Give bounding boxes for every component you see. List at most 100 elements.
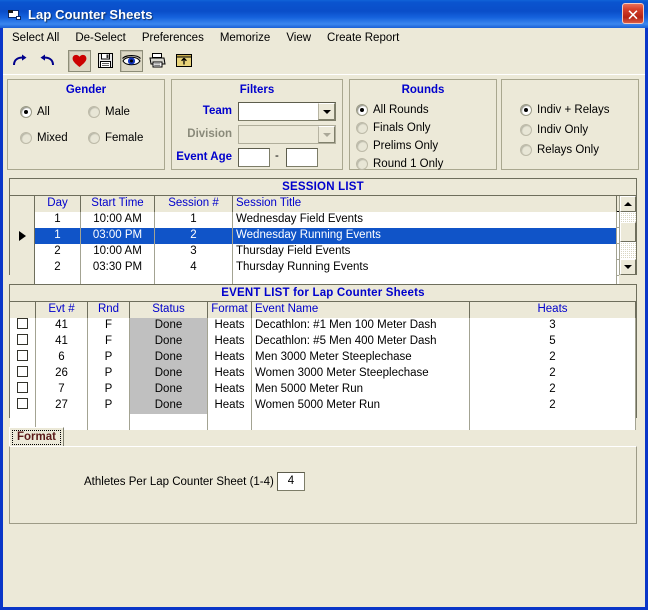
scrollbar-thumb[interactable] (620, 222, 636, 242)
column-header-status[interactable]: Status (130, 302, 208, 318)
menu-item-select-all[interactable]: Select All (5, 30, 66, 46)
undo-arrow-icon (40, 54, 54, 65)
checkbox[interactable] (17, 382, 28, 393)
radio-prelims-only[interactable]: Prelims Only (356, 140, 438, 152)
cell-session-title: Wednesday Field Events (233, 212, 617, 228)
radio-gender-male[interactable]: Male (88, 106, 130, 118)
row-selector-icon (18, 231, 26, 241)
cell-status: Done (130, 334, 208, 350)
favorites-button[interactable] (68, 49, 91, 72)
cell-format: Heats (208, 334, 252, 350)
heart-icon (72, 54, 87, 67)
table-row[interactable]: 6 P Done Heats Men 3000 Meter Steeplecha… (10, 350, 636, 366)
checkbox[interactable] (17, 350, 28, 361)
radio-label: Relays Only (537, 144, 599, 156)
cell-day: 1 (35, 228, 81, 244)
table-row[interactable]: 27 P Done Heats Women 5000 Meter Run 2 (10, 398, 636, 414)
table-row[interactable]: 26 P Done Heats Women 3000 Meter Steeple… (10, 366, 636, 382)
menu-bar: Select All De-Select Preferences Memoriz… (3, 28, 645, 47)
checkbox[interactable] (17, 334, 28, 345)
table-row[interactable]: 41 F Done Heats Decathlon: #1 Men 100 Me… (10, 318, 636, 334)
table-row[interactable]: 1 03:00 PM 2 Wednesday Running Events (10, 228, 619, 244)
column-header-session-num[interactable]: Session # (155, 196, 233, 212)
open-folder-button[interactable] (172, 50, 195, 72)
radio-label: Indiv + Relays (537, 104, 610, 116)
row-checkbox-cell[interactable] (10, 382, 36, 398)
column-header-evt-num[interactable]: Evt # (36, 302, 88, 318)
cell-rnd: P (88, 350, 130, 366)
save-button[interactable] (94, 50, 117, 72)
checkbox[interactable] (17, 398, 28, 409)
table-row[interactable]: 2 10:00 AM 3 Thursday Field Events (10, 244, 619, 260)
athletes-per-sheet-label: Athletes Per Lap Counter Sheet (1-4) : (84, 476, 281, 488)
event-list-grid[interactable]: Evt # Rnd Status Format Event Name Heats… (10, 302, 636, 430)
radio-gender-all[interactable]: All (20, 106, 50, 118)
menu-item-create-report[interactable]: Create Report (320, 30, 406, 46)
table-row[interactable]: 7 P Done Heats Men 5000 Meter Run 2 (10, 382, 636, 398)
cell-heats: 3 (470, 318, 636, 334)
table-row[interactable]: 1 10:00 AM 1 Wednesday Field Events (10, 212, 619, 228)
row-checkbox-cell[interactable] (10, 334, 36, 350)
checkbox[interactable] (17, 318, 28, 329)
menu-item-preferences[interactable]: Preferences (135, 30, 211, 46)
radio-gender-female[interactable]: Female (88, 132, 143, 144)
cell-evt-num: 26 (36, 366, 88, 382)
radio-indiv-plus-relays[interactable]: Indiv + Relays (520, 104, 610, 116)
event-age-to-input[interactable] (286, 148, 318, 167)
column-header-heats[interactable]: Heats (470, 302, 636, 318)
column-header-day[interactable]: Day (35, 196, 81, 212)
menu-item-de-select[interactable]: De-Select (68, 30, 133, 46)
division-dropdown[interactable] (238, 125, 336, 144)
close-icon (628, 9, 638, 19)
radio-gender-mixed[interactable]: Mixed (20, 132, 68, 144)
table-row[interactable]: 2 03:30 PM 4 Thursday Running Events (10, 260, 619, 276)
cell-status: Done (130, 398, 208, 414)
scrollbar-track[interactable] (620, 212, 636, 259)
radio-indiv-only[interactable]: Indiv Only (520, 124, 588, 136)
session-list-scrollbar[interactable] (619, 196, 636, 275)
team-dropdown[interactable] (238, 102, 336, 121)
preview-button[interactable] (120, 49, 143, 72)
column-header-session-title[interactable]: Session Title (233, 196, 617, 212)
menu-item-memorize[interactable]: Memorize (213, 30, 277, 46)
cell-session-title: Thursday Running Events (233, 260, 617, 276)
menu-item-view[interactable]: View (279, 30, 318, 46)
event-age-from-input[interactable] (238, 148, 270, 167)
cell-heats: 2 (470, 366, 636, 382)
radio-indicator (356, 158, 368, 170)
radio-all-rounds[interactable]: All Rounds (356, 104, 429, 116)
redo-button[interactable] (9, 50, 32, 72)
cell-evt-num: 7 (36, 382, 88, 398)
table-row[interactable]: 41 F Done Heats Decathlon: #5 Men 400 Me… (10, 334, 636, 350)
cell-day: 2 (35, 260, 81, 276)
column-header-rnd[interactable]: Rnd (88, 302, 130, 318)
column-header-start-time[interactable]: Start Time (81, 196, 155, 212)
session-list-grid[interactable]: Day Start Time Session # Session Title 1… (10, 196, 619, 292)
radio-relays-only[interactable]: Relays Only (520, 144, 599, 156)
cell-session-title: Wednesday Running Events (233, 228, 617, 244)
column-header-event-name[interactable]: Event Name (252, 302, 470, 318)
row-checkbox-cell[interactable] (10, 366, 36, 382)
tab-format[interactable]: Format (9, 427, 64, 446)
radio-indicator (520, 104, 532, 116)
close-button[interactable] (622, 3, 644, 24)
row-marker (10, 212, 35, 228)
row-checkbox-cell[interactable] (10, 318, 36, 334)
filters-group: Filters Team Division Event Age - (171, 79, 343, 170)
radio-finals-only[interactable]: Finals Only (356, 122, 431, 134)
chevron-down-icon[interactable] (318, 103, 335, 120)
athletes-per-sheet-input[interactable]: 4 (277, 472, 305, 491)
scroll-up-button[interactable] (620, 196, 636, 212)
print-button[interactable] (146, 50, 169, 72)
event-list-title: EVENT LIST for Lap Counter Sheets (10, 285, 636, 302)
radio-indicator (20, 132, 32, 144)
checkbox[interactable] (17, 366, 28, 377)
chevron-down-icon[interactable] (318, 126, 335, 143)
scroll-down-button[interactable] (620, 259, 636, 275)
column-header-format[interactable]: Format (208, 302, 252, 318)
radio-round-1-only[interactable]: Round 1 Only (356, 158, 443, 170)
undo-button[interactable] (35, 50, 58, 72)
row-checkbox-cell[interactable] (10, 398, 36, 414)
row-checkbox-cell[interactable] (10, 350, 36, 366)
radio-indicator (356, 140, 368, 152)
